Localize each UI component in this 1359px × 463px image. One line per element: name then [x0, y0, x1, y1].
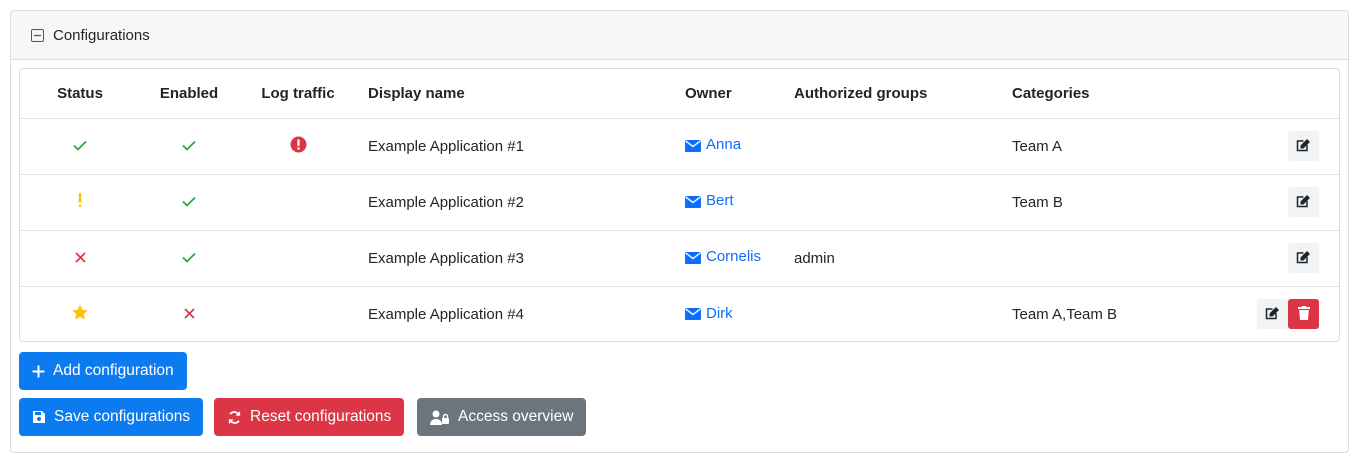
status-cell	[20, 229, 140, 286]
reset-configurations-button[interactable]: Reset configurations	[214, 398, 405, 436]
save-configurations-button[interactable]: Save configurations	[19, 398, 204, 436]
panel-header[interactable]: Configurations	[11, 11, 1348, 60]
configurations-table: Status Enabled Log traffic Display name …	[19, 68, 1340, 342]
display-name-cell: Example Application #4	[358, 285, 685, 341]
add-configuration-button[interactable]: Add configuration	[19, 352, 187, 390]
header-authorized-groups: Authorized groups	[794, 84, 928, 102]
actions-cell	[1232, 229, 1339, 286]
table-header-row: Status Enabled Log traffic Display name …	[20, 69, 1339, 118]
star-icon	[71, 304, 89, 325]
header-enabled: Enabled	[159, 84, 219, 102]
plus-icon	[32, 365, 45, 377]
edit-icon	[1265, 306, 1280, 323]
header-actions	[1232, 69, 1339, 118]
categories-cell	[1012, 229, 1232, 286]
save-configurations-label: Save configurations	[54, 408, 191, 425]
owner-email-link[interactable]: Anna	[685, 136, 741, 153]
access-overview-label: Access overview	[458, 408, 574, 425]
add-configuration-label: Add configuration	[53, 362, 174, 379]
enabled-cell	[140, 117, 238, 174]
actions-cell	[1232, 117, 1339, 174]
envelope-icon	[685, 139, 701, 152]
actions-cell	[1232, 285, 1339, 341]
trash-icon	[1297, 305, 1310, 323]
error-circle-icon	[290, 136, 307, 157]
table-row: Example Application #4 Dirk Team A,Team …	[20, 285, 1339, 341]
log-traffic-cell	[238, 285, 358, 341]
edit-button[interactable]	[1288, 131, 1319, 161]
table-row: Example Application #2 Bert Team B	[20, 173, 1339, 230]
header-categories: Categories	[1012, 84, 1090, 102]
check-icon	[182, 250, 196, 267]
envelope-icon	[685, 195, 701, 208]
panel-title: Configurations	[53, 26, 150, 44]
edit-icon	[1296, 138, 1311, 155]
categories-cell: Team A,Team B	[1012, 285, 1232, 341]
reset-configurations-label: Reset configurations	[250, 408, 392, 425]
refresh-icon	[228, 410, 241, 424]
enabled-cell	[140, 229, 238, 286]
owner-cell: Anna	[685, 117, 794, 174]
header-status: Status	[57, 84, 103, 102]
owner-cell: Cornelis	[685, 229, 794, 286]
enabled-cell	[140, 285, 238, 341]
table-row: Example Application #1 Anna Team A	[20, 117, 1339, 174]
table-row: Example Application #3 Cornelis admin	[20, 229, 1339, 286]
owner-email-link[interactable]: Cornelis	[685, 248, 761, 265]
categories-cell: Team B	[1012, 173, 1232, 230]
user-lock-icon	[430, 410, 449, 425]
authorized-groups-cell	[794, 285, 1012, 341]
edit-button[interactable]	[1288, 243, 1319, 273]
header-log-traffic: Log traffic	[261, 84, 335, 102]
actions-cell	[1232, 173, 1339, 230]
owner-name: Dirk	[706, 304, 733, 322]
exclamation-icon	[78, 193, 82, 211]
delete-button[interactable]	[1288, 299, 1319, 330]
envelope-icon	[685, 307, 701, 320]
envelope-icon	[685, 251, 701, 264]
status-cell	[20, 117, 140, 174]
owner-name: Bert	[706, 192, 734, 210]
x-icon	[183, 306, 195, 323]
access-overview-button[interactable]: Access overview	[417, 398, 587, 436]
header-display-name: Display name	[368, 84, 465, 102]
display-name-cell: Example Application #2	[358, 173, 685, 230]
check-icon	[182, 194, 196, 211]
log-traffic-cell	[238, 229, 358, 286]
x-icon	[74, 250, 86, 267]
authorized-groups-cell	[794, 117, 1012, 174]
collapse-icon[interactable]	[31, 28, 44, 42]
authorized-groups-cell: admin	[794, 229, 1012, 286]
owner-email-link[interactable]: Dirk	[685, 305, 733, 322]
edit-icon	[1296, 194, 1311, 211]
enabled-cell	[140, 173, 238, 230]
check-icon	[182, 138, 196, 155]
owner-cell: Dirk	[685, 285, 794, 341]
display-name-cell: Example Application #3	[358, 229, 685, 286]
status-cell	[20, 285, 140, 341]
check-icon	[73, 138, 87, 155]
log-traffic-cell	[238, 173, 358, 230]
display-name-cell: Example Application #1	[358, 117, 685, 174]
authorized-groups-cell	[794, 173, 1012, 230]
owner-name: Anna	[706, 136, 742, 154]
edit-icon	[1296, 250, 1311, 267]
owner-name: Cornelis	[706, 248, 762, 266]
owner-cell: Bert	[685, 173, 794, 230]
owner-email-link[interactable]: Bert	[685, 192, 734, 209]
log-traffic-cell	[238, 117, 358, 174]
edit-button[interactable]	[1288, 187, 1319, 217]
edit-button[interactable]	[1257, 299, 1288, 330]
header-owner: Owner	[685, 84, 732, 102]
configurations-panel: Configurations Status Enabled Log traffi…	[10, 10, 1349, 453]
status-cell	[20, 173, 140, 230]
floppy-disk-icon	[33, 411, 45, 423]
categories-cell: Team A	[1012, 117, 1232, 174]
